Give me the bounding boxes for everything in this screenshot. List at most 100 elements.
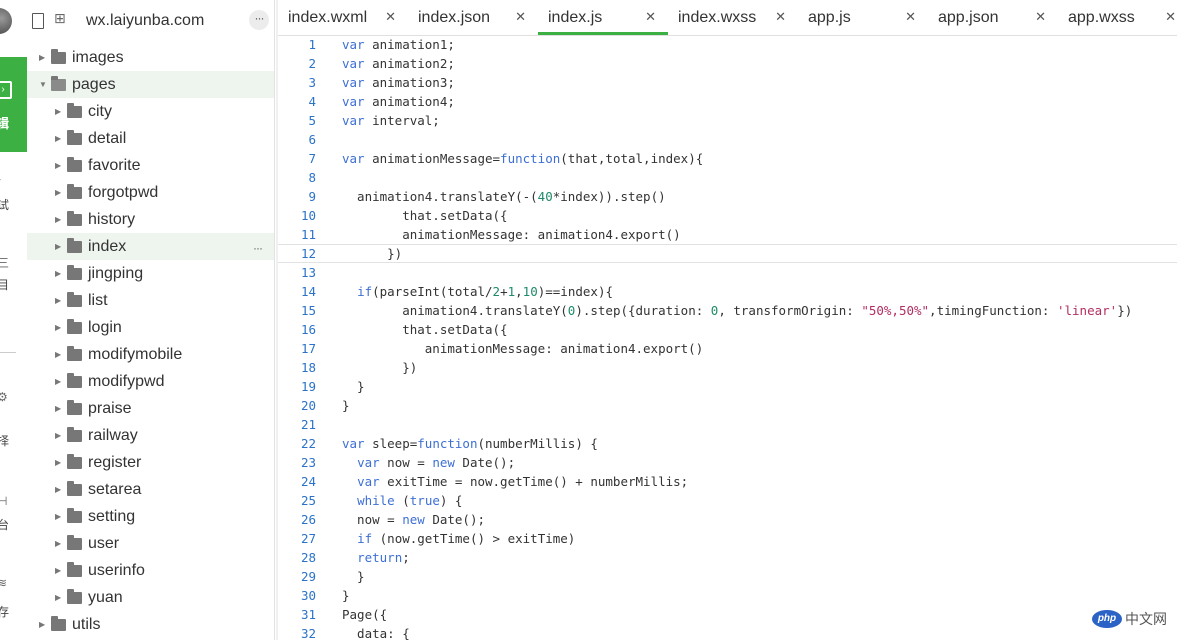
chevron-right-icon[interactable]: ▶ (55, 530, 61, 557)
chevron-right-icon[interactable]: › (0, 172, 1, 186)
chevron-right-icon[interactable]: ▶ (55, 206, 61, 233)
tree-item-yuan[interactable]: ▶ yuan (27, 584, 274, 611)
code-line[interactable]: 5 var interval; (278, 111, 1177, 130)
tab-app-wxss[interactable]: app.wxss ✕ (1058, 0, 1177, 33)
tree-item-forgotpwd[interactable]: ▶ forgotpwd (27, 179, 274, 206)
code-line[interactable]: 15 animation4.translateY(0).step({durati… (278, 301, 1177, 320)
chevron-right-icon[interactable]: ▶ (55, 503, 61, 530)
code-line[interactable]: 26 now = new Date(); (278, 510, 1177, 529)
code-line[interactable]: 18 }) (278, 358, 1177, 377)
code-line[interactable]: 30} (278, 586, 1177, 605)
chevron-right-icon[interactable]: ▶ (55, 179, 61, 206)
cache-label[interactable]: 存 (0, 603, 9, 620)
code-line[interactable]: 14 if(parseInt(total/2+1,10)==index){ (278, 282, 1177, 301)
code-line[interactable]: 23 var now = new Date(); (278, 453, 1177, 472)
chevron-right-icon[interactable]: ▶ (39, 44, 45, 71)
file-icon[interactable] (32, 13, 44, 29)
code-line[interactable]: 13 (278, 263, 1177, 282)
close-icon[interactable]: ✕ (905, 0, 916, 35)
tab-app-json[interactable]: app.json ✕ (928, 0, 1058, 33)
code-line[interactable]: 31 Page({ (278, 605, 1177, 624)
tree-item-user[interactable]: ▶ user (27, 530, 274, 557)
tree-item-register[interactable]: ▶ register (27, 449, 274, 476)
project-label[interactable]: 目 (0, 276, 9, 293)
close-icon[interactable]: ✕ (1035, 0, 1046, 35)
project-icon[interactable]: 三 (0, 254, 9, 271)
chevron-right-icon[interactable]: ▶ (55, 557, 61, 584)
chevron-right-icon[interactable]: ▶ (55, 233, 61, 260)
code-line[interactable]: 3 var animation3; (278, 73, 1177, 92)
code-line[interactable]: 32 data: { (278, 624, 1177, 640)
code-line[interactable]: 27 if (now.getTime() > exitTime) (278, 529, 1177, 548)
tab-index-wxml[interactable]: index.wxml ✕ (278, 0, 408, 33)
code-line[interactable]: 16 that.setData({ (278, 320, 1177, 339)
code-line[interactable]: 24 var exitTime = now.getTime() + number… (278, 472, 1177, 491)
chevron-right-icon[interactable]: ▶ (55, 260, 61, 287)
avatar[interactable] (0, 8, 12, 34)
code-line[interactable]: 25 while (true) { (278, 491, 1177, 510)
code-line[interactable]: 28 return; (278, 548, 1177, 567)
code-line[interactable]: 17 animationMessage: animation4.export() (278, 339, 1177, 358)
chevron-right-icon[interactable]: ▶ (55, 314, 61, 341)
tree-icon[interactable]: ⊞ (54, 10, 66, 27)
tree-item-modifymobile[interactable]: ▶ modifymobile (27, 341, 274, 368)
chevron-right-icon[interactable]: ▶ (55, 395, 61, 422)
debug-label[interactable]: 试 (0, 196, 9, 213)
tree-item-images[interactable]: ▶ images (27, 44, 274, 71)
code-line[interactable]: 10 that.setData({ (278, 206, 1177, 225)
code-line[interactable]: 8 (278, 168, 1177, 187)
tree-item-railway[interactable]: ▶ railway (27, 422, 274, 449)
tree-item-setting[interactable]: ▶ setting (27, 503, 274, 530)
backend-label[interactable]: 台 (0, 516, 9, 533)
select-label[interactable]: 择 (0, 432, 9, 449)
gear-icon[interactable]: ⚙ (0, 390, 8, 404)
more-icon[interactable]: ··· (249, 10, 269, 30)
chevron-right-icon[interactable]: ▶ (55, 476, 61, 503)
close-icon[interactable]: ✕ (515, 0, 526, 35)
tree-item-history[interactable]: ▶ history (27, 206, 274, 233)
chevron-right-icon[interactable]: ▶ (55, 152, 61, 179)
code-line[interactable]: 11 animationMessage: animation4.export() (278, 225, 1177, 244)
code-line[interactable]: 2 var animation2; (278, 54, 1177, 73)
tree-item-login[interactable]: ▶ login (27, 314, 274, 341)
tree-item-setarea[interactable]: ▶ setarea (27, 476, 274, 503)
tree-item-modifypwd[interactable]: ▶ modifypwd (27, 368, 274, 395)
tree-item-city[interactable]: ▶ city (27, 98, 274, 125)
tree-item-favorite[interactable]: ▶ favorite (27, 152, 274, 179)
more-icon[interactable]: ··· (253, 235, 263, 262)
tree-item-detail[interactable]: ▶ detail (27, 125, 274, 152)
tab-index-js[interactable]: index.js ✕ (538, 0, 668, 35)
chevron-right-icon[interactable]: ▶ (55, 368, 61, 395)
chevron-down-icon[interactable]: ▼ (39, 71, 47, 98)
code-line[interactable]: 9 animation4.translateY(-(40*index)).ste… (278, 187, 1177, 206)
code-line[interactable]: 29 } (278, 567, 1177, 586)
close-icon[interactable]: ✕ (385, 0, 396, 35)
tree-item-praise[interactable]: ▶ praise (27, 395, 274, 422)
code-line[interactable]: 21 (278, 415, 1177, 434)
code-line[interactable]: 7 var animationMessage=function(that,tota… (278, 149, 1177, 168)
tree-item-userinfo[interactable]: ▶ userinfo (27, 557, 274, 584)
tab-index-wxss[interactable]: index.wxss ✕ (668, 0, 798, 33)
code-line[interactable]: 19 } (278, 377, 1177, 396)
code-editor[interactable]: 1 var animation1; 2 var animation2; 3 var ani… (278, 35, 1177, 640)
code-line[interactable]: 1 var animation1; (278, 35, 1177, 54)
chevron-right-icon[interactable]: ▶ (55, 98, 61, 125)
code-line[interactable]: 4 var animation4; (278, 92, 1177, 111)
chevron-right-icon[interactable]: ▶ (55, 584, 61, 611)
editor-mode-button[interactable]: › 辑 (0, 57, 27, 152)
chevron-right-icon[interactable]: ▶ (55, 341, 61, 368)
tree-item-utils[interactable]: ▶ utils (27, 611, 274, 638)
chevron-right-icon[interactable]: ▶ (55, 422, 61, 449)
tree-item-index[interactable]: ▶ index ··· (27, 233, 274, 260)
close-icon[interactable]: ✕ (645, 0, 656, 35)
backend-icon[interactable]: ⊣ (0, 494, 7, 508)
chevron-right-icon[interactable]: ▶ (55, 287, 61, 314)
close-icon[interactable]: ✕ (775, 0, 786, 35)
chevron-right-icon[interactable]: ▶ (55, 125, 61, 152)
tab-app-js[interactable]: app.js ✕ (798, 0, 928, 33)
code-line[interactable]: 12 }) (278, 244, 1177, 263)
close-icon[interactable]: ✕ (1165, 0, 1176, 35)
tab-index-json[interactable]: index.json ✕ (408, 0, 538, 33)
tree-item-pages[interactable]: ▼ pages (27, 71, 274, 98)
tree-item-jingping[interactable]: ▶ jingping (27, 260, 274, 287)
